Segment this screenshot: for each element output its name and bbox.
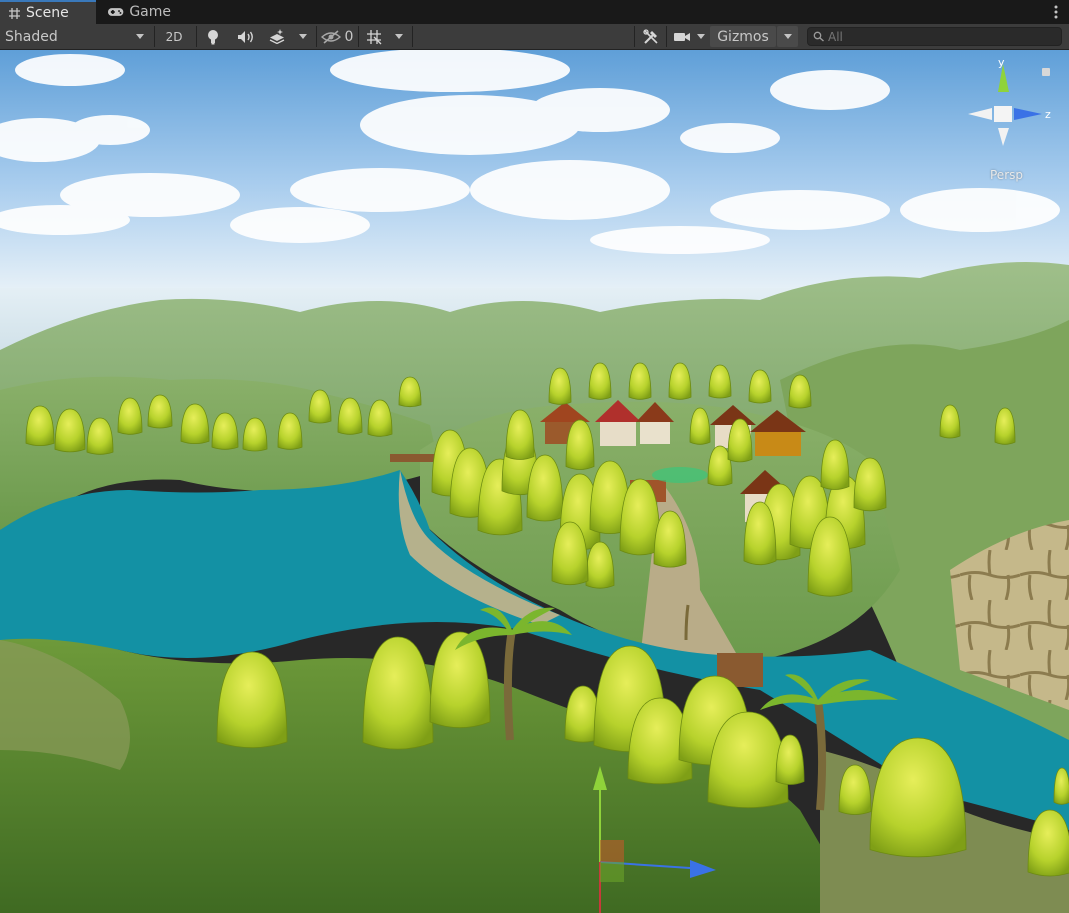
draw-mode-label: Shaded [5,28,58,45]
grid-toggle[interactable] [362,26,386,47]
camera-dropdown[interactable] [694,26,708,47]
z-axis-label: z [1045,108,1051,121]
speaker-icon [238,30,253,43]
tools-toggle[interactable] [638,26,664,47]
hash-icon [9,7,20,19]
gizmos-button[interactable]: Gizmos [710,26,776,47]
grid-icon [367,29,382,44]
gizmos-label: Gizmos [717,28,769,45]
projection-label[interactable]: Persp [990,168,1023,182]
tab-game[interactable]: Game [99,0,179,24]
2d-mode-label: 2D [165,29,183,44]
gamepad-icon [107,8,124,16]
more-options-icon[interactable] [1053,3,1059,21]
hidden-count: 0 [344,28,354,45]
eye-slash-icon [320,29,341,44]
tab-game-label: Game [129,4,171,20]
chevron-down-icon [783,34,792,39]
effects-toggle[interactable] [264,26,290,47]
search-icon [813,31,824,42]
chevron-down-icon [395,34,403,39]
layers-effects-icon [269,29,285,44]
tab-scene-label: Scene [26,5,69,21]
y-axis-label: y [998,56,1005,69]
audio-toggle[interactable] [232,26,260,47]
chevron-down-icon [697,34,705,39]
scene-render: y z [0,50,1069,913]
chevron-down-icon [136,34,144,39]
tools-icon [643,28,658,44]
scene-viewport[interactable]: y z Persp [0,50,1069,913]
tab-scene[interactable]: Scene [0,0,96,24]
grid-dropdown[interactable] [388,26,410,47]
lighting-toggle[interactable] [200,26,226,47]
camera-icon [674,32,690,41]
search-input[interactable] [828,29,1056,44]
effects-dropdown[interactable] [292,26,314,47]
draw-mode-dropdown[interactable]: Shaded [0,26,152,47]
scene-search[interactable] [807,27,1062,46]
2d-mode-toggle[interactable]: 2D [158,26,190,47]
chevron-down-icon [299,34,307,39]
scene-visibility-toggle[interactable]: 0 [318,26,356,47]
gizmos-dropdown[interactable] [777,26,798,47]
tree [362,636,434,750]
tab-bar: Scene Game [0,0,1069,24]
camera-settings-button[interactable] [670,26,694,47]
lightbulb-icon [208,29,218,44]
